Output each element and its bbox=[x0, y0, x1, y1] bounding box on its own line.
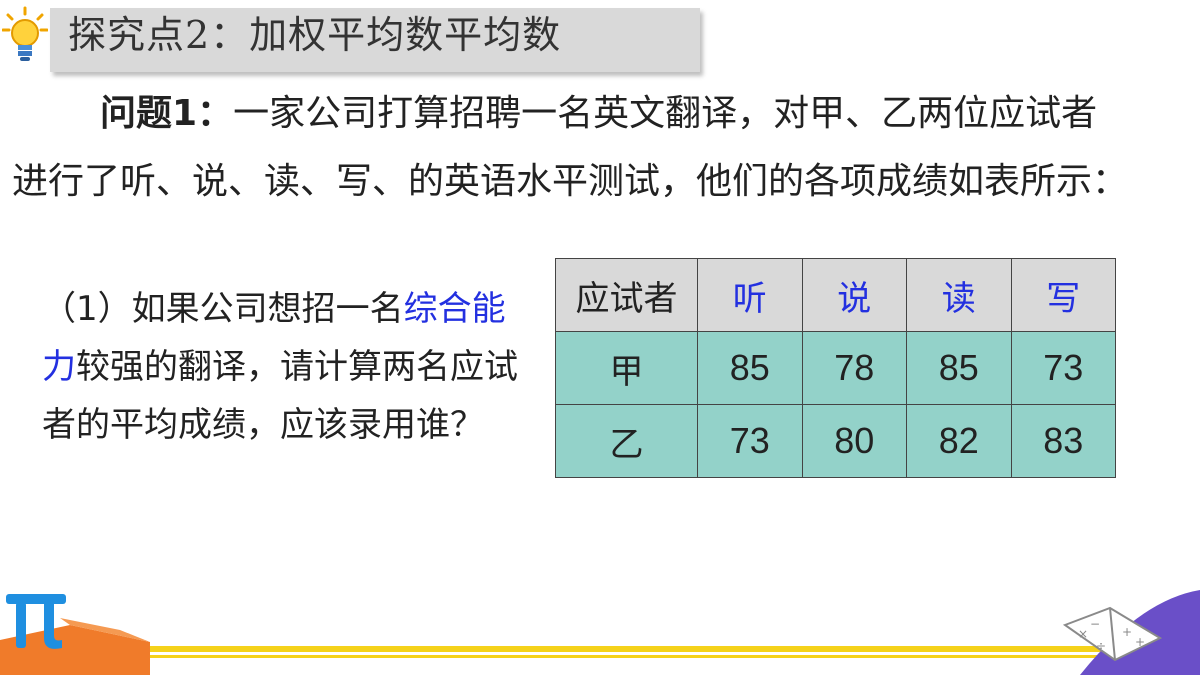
lightbulb-icon bbox=[2, 6, 48, 61]
score-cell: 78 bbox=[801, 331, 907, 405]
header-writing: 写 bbox=[1010, 258, 1116, 332]
score-cell: 80 bbox=[801, 404, 907, 478]
page-title: 探究点2：加权平均数平均数 bbox=[68, 13, 562, 57]
question-1: （1）如果公司想招一名综合能力较强的翻译，请计算两名应试者的平均成绩，应该录用谁… bbox=[42, 280, 532, 454]
row-name: 甲 bbox=[555, 331, 698, 405]
score-cell: 83 bbox=[1010, 404, 1116, 478]
score-table: 应试者 听 说 读 写 甲 85 78 85 73 乙 73 80 82 83 bbox=[555, 258, 1116, 478]
score-cell: 73 bbox=[1010, 331, 1116, 405]
header-speaking: 说 bbox=[801, 258, 907, 332]
question-part1: （1）如果公司想招一名 bbox=[42, 289, 404, 329]
header-listening: 听 bbox=[697, 258, 803, 332]
svg-text:−: − bbox=[1090, 617, 1100, 631]
question-lead: 问题1： bbox=[100, 93, 234, 134]
header-reading: 读 bbox=[906, 258, 1012, 332]
svg-text:+: + bbox=[1122, 625, 1132, 639]
table-header-row: 应试者 听 说 读 写 bbox=[555, 258, 1116, 332]
table-row: 甲 85 78 85 73 bbox=[555, 331, 1116, 405]
score-cell: 73 bbox=[697, 404, 803, 478]
table-row: 乙 73 80 82 83 bbox=[555, 404, 1116, 478]
footer-decoration: × − + ÷ + bbox=[0, 590, 1200, 675]
svg-text:×: × bbox=[1078, 627, 1088, 641]
intro-paragraph: 问题1：一家公司打算招聘一名英文翻译，对甲、乙两位应试者进行了听、说、读、写、的… bbox=[12, 80, 1132, 216]
score-cell: 82 bbox=[906, 404, 1012, 478]
row-name: 乙 bbox=[555, 404, 698, 478]
svg-text:+: + bbox=[1135, 635, 1145, 649]
score-cell: 85 bbox=[697, 331, 803, 405]
header-candidate: 应试者 bbox=[555, 258, 698, 332]
score-cell: 85 bbox=[906, 331, 1012, 405]
svg-text:÷: ÷ bbox=[1096, 639, 1106, 653]
question-part2: 较强的翻译，请计算两名应试者的平均成绩，应该录用谁？ bbox=[42, 347, 518, 445]
